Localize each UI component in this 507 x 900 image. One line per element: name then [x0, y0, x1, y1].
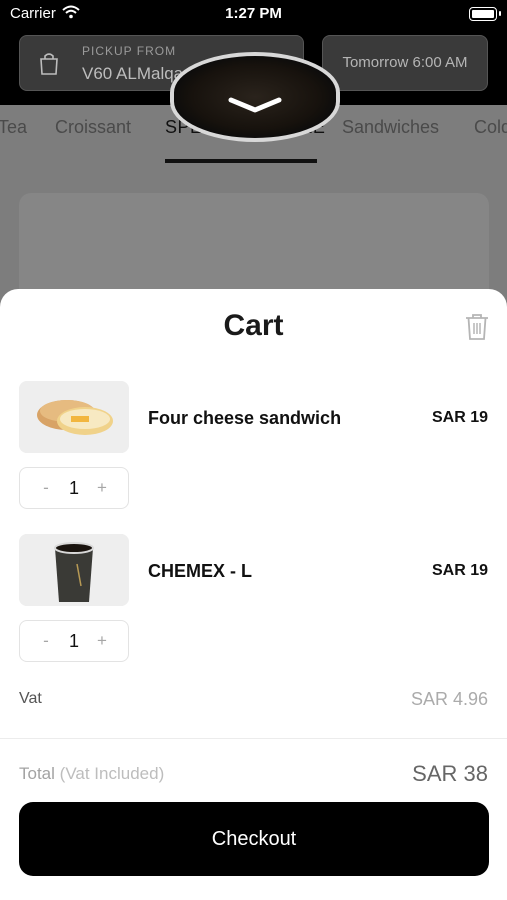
cart-item-price: SAR 19 [431, 409, 488, 426]
total-value: SAR 38 [412, 761, 488, 786]
clock: 1:27 PM [225, 5, 282, 22]
quantity-stepper: - 1 + [19, 620, 129, 662]
increase-quantity-button[interactable]: + [90, 478, 114, 498]
quantity-stepper: - 1 + [19, 467, 129, 509]
tab-tea[interactable]: Tea [0, 117, 27, 138]
pickup-time-selector[interactable]: Tomorrow 6:00 AM [322, 35, 488, 91]
chemex-thumbnail [19, 534, 129, 606]
increase-quantity-button[interactable]: + [90, 631, 114, 651]
tab-croissant[interactable]: Croissant [55, 117, 131, 138]
pickup-store-name: V60 ALMalqa [82, 64, 184, 83]
battery-icon [469, 7, 501, 21]
total-label-note: (Vat Included) [59, 764, 165, 783]
trash-icon[interactable] [465, 313, 489, 341]
status-bar: Carrier 1:27 PM [0, 0, 507, 28]
chevron-down-icon[interactable] [227, 96, 283, 114]
cart-item-price: SAR 19 [431, 562, 488, 579]
divider [0, 738, 507, 739]
vat-value: SAR 4.96 [410, 689, 488, 709]
cart-item-name: CHEMEX - L [148, 561, 253, 581]
total-label-text: Total [19, 764, 55, 783]
checkout-button[interactable]: Checkout [19, 802, 489, 876]
sandwich-thumbnail [19, 381, 129, 453]
total-label: Total (Vat Included) [19, 764, 164, 784]
pickup-caption: PICKUP FROM [82, 44, 177, 58]
shopping-bag-icon [38, 51, 60, 75]
tab-sandwiches[interactable]: Sandwiches [342, 117, 439, 138]
cart-title: Cart [223, 309, 284, 342]
cart-item-name: Four cheese sandwich [148, 408, 342, 428]
tab-cold[interactable]: Cold [474, 117, 507, 138]
vat-label: Vat [19, 690, 42, 707]
cart-sheet: Cart Four cheese sandwich SAR 19 - 1 + C… [0, 289, 507, 900]
